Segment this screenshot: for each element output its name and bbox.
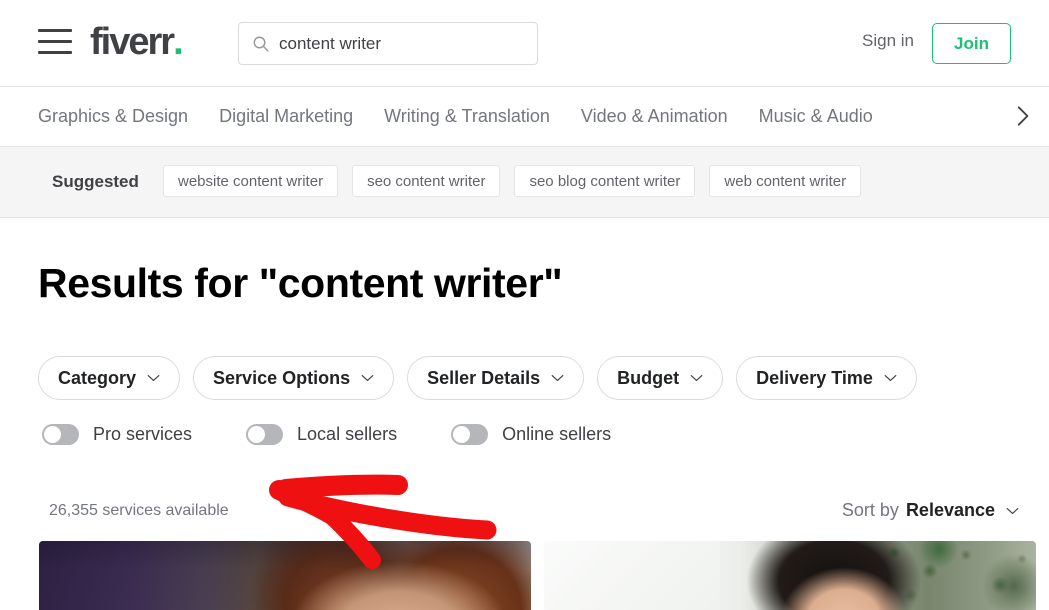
gig-card-2-foliage	[874, 541, 1036, 610]
local-sellers-switch[interactable]	[246, 424, 284, 445]
chevron-down-icon	[884, 375, 897, 381]
category-nav-bar: Graphics & Design Digital Marketing Writ…	[0, 87, 1049, 147]
gig-card-2-backdrop	[544, 541, 720, 610]
local-sellers-label: Local sellers	[297, 424, 398, 444]
switch-knob	[44, 426, 61, 443]
hamburger-bar	[38, 40, 72, 43]
switch-knob	[248, 426, 266, 443]
suggested-pill-website-content-writer[interactable]: website content writer	[163, 165, 339, 197]
search-box[interactable]	[238, 22, 538, 65]
toggle-local-sellers[interactable]: Local sellers	[246, 424, 397, 445]
suggested-bar: Suggested website content writer seo con…	[0, 147, 1049, 218]
chevron-down-icon	[551, 375, 564, 381]
nav-item-video-animation[interactable]: Video & Animation	[581, 106, 728, 127]
logo-green-dot: .	[173, 21, 184, 63]
filter-category-label: Category	[58, 367, 137, 388]
search-icon	[253, 36, 269, 52]
filter-service-options[interactable]: Service Options	[193, 356, 395, 400]
fiverr-logo[interactable]: fiverr.	[90, 22, 184, 62]
chevron-down-icon	[690, 375, 703, 381]
online-sellers-switch[interactable]	[451, 424, 489, 445]
hamburger-menu-icon[interactable]	[38, 29, 72, 55]
category-nav-list: Graphics & Design Digital Marketing Writ…	[38, 87, 904, 146]
sign-in-link[interactable]: Sign in	[862, 31, 914, 51]
filter-category[interactable]: Category	[38, 356, 181, 400]
filter-bar: Category Service Options Seller Details …	[38, 356, 930, 400]
sort-by-label: Sort by	[841, 500, 899, 520]
chevron-down-icon	[147, 375, 160, 381]
site-header: fiverr. Sign in Join	[0, 0, 1049, 87]
nav-item-digital-marketing[interactable]: Digital Marketing	[219, 106, 353, 127]
sort-by-dropdown[interactable]: Sort by Relevance	[842, 500, 1019, 521]
filter-seller-details-label: Seller Details	[427, 367, 541, 388]
suggested-label: Suggested	[52, 172, 139, 191]
sort-by-value: Relevance	[905, 500, 995, 520]
fiverr-search-results-page: fiverr. Sign in Join Graphics & Design D…	[0, 0, 1049, 610]
toggle-filter-row: Pro services Local sellers Online seller…	[42, 424, 665, 445]
join-button[interactable]: Join	[932, 23, 1011, 64]
filter-delivery-time-label: Delivery Time	[756, 367, 873, 388]
nav-fade-overlay	[939, 88, 1009, 144]
chevron-down-icon	[1006, 507, 1019, 514]
filter-service-options-label: Service Options	[213, 367, 351, 388]
suggested-pill-web-content-writer[interactable]: web content writer	[709, 165, 862, 197]
page-title: Results for "content writer"	[38, 260, 563, 306]
filter-budget[interactable]: Budget	[597, 356, 724, 400]
filter-seller-details[interactable]: Seller Details	[407, 356, 585, 400]
results-grid	[0, 541, 1049, 610]
switch-knob	[453, 426, 471, 443]
nav-item-writing-translation[interactable]: Writing & Translation	[384, 106, 550, 127]
chevron-down-icon	[361, 375, 374, 381]
toggle-online-sellers[interactable]: Online sellers	[451, 424, 611, 445]
results-count: 26,355 services available	[49, 502, 229, 519]
suggested-pill-seo-content-writer[interactable]: seo content writer	[352, 165, 501, 197]
logo-wordmark: fiverr	[90, 21, 175, 63]
gig-card-1-overlay	[39, 541, 531, 610]
nav-item-graphics-design[interactable]: Graphics & Design	[38, 106, 188, 127]
search-input[interactable]	[279, 23, 529, 64]
pro-services-switch[interactable]	[42, 424, 79, 445]
gig-card-2[interactable]	[544, 541, 1036, 610]
toggle-pro-services[interactable]: Pro services	[42, 424, 192, 445]
hamburger-bar	[38, 29, 72, 32]
suggested-pill-seo-blog-content-writer[interactable]: seo blog content writer	[514, 165, 696, 197]
filter-delivery-time[interactable]: Delivery Time	[736, 356, 917, 400]
nav-item-music-audio[interactable]: Music & Audio	[759, 106, 873, 127]
filter-budget-label: Budget	[617, 367, 680, 388]
pro-services-label: Pro services	[93, 424, 193, 444]
suggested-pill-list: website content writer seo content write…	[163, 165, 875, 197]
hamburger-bar	[38, 51, 72, 54]
online-sellers-label: Online sellers	[502, 424, 612, 444]
chevron-right-icon[interactable]	[1009, 103, 1035, 129]
gig-card-1[interactable]	[39, 541, 531, 610]
